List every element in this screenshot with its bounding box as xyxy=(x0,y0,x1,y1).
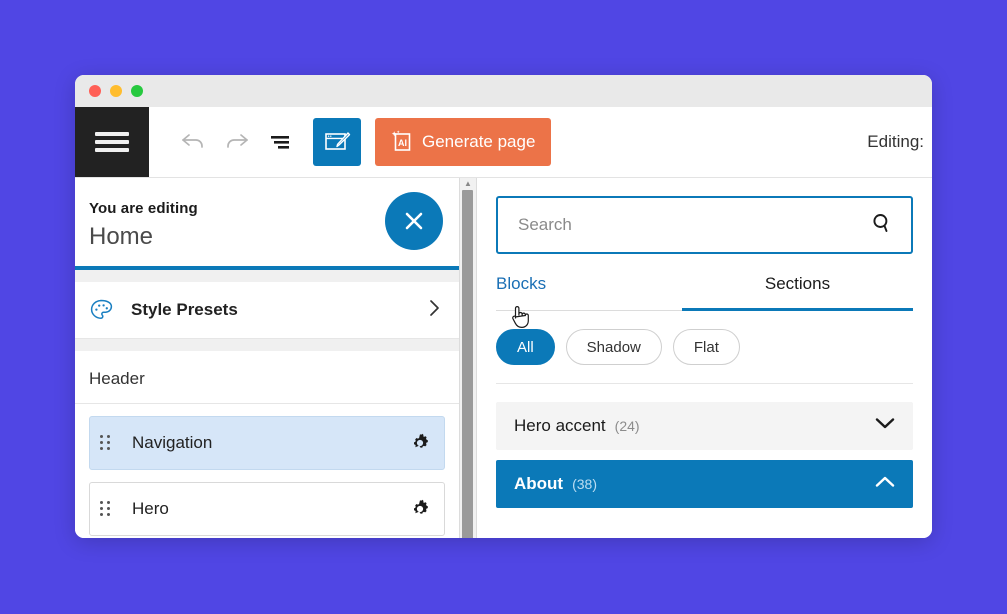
generate-page-label: Generate page xyxy=(422,132,536,151)
generate-page-button[interactable]: AI Generate page xyxy=(375,118,552,166)
editing-header: You are editing Home xyxy=(75,178,459,266)
palette-icon xyxy=(89,298,119,322)
hamburger-menu-button[interactable] xyxy=(75,107,149,177)
accordion-count: (24) xyxy=(614,418,640,434)
accordion-title: Hero accent xyxy=(514,416,606,435)
chip-all[interactable]: All xyxy=(496,329,555,365)
panel-tabs: Blocks Sections xyxy=(496,274,913,328)
redo-button[interactable] xyxy=(215,120,259,164)
chevron-right-icon xyxy=(429,299,441,322)
svg-text:AI: AI xyxy=(398,138,407,148)
search-box[interactable] xyxy=(496,196,913,254)
align-button[interactable] xyxy=(259,120,303,164)
scrollbar-thumb[interactable] xyxy=(462,190,473,538)
tab-blocks[interactable]: Blocks xyxy=(496,274,682,310)
left-panel-scrollbar[interactable]: ▲ xyxy=(459,178,477,538)
window-close-button[interactable] xyxy=(89,85,101,97)
list-item-label: Hero xyxy=(132,499,169,518)
window-titlebar xyxy=(75,75,932,107)
close-x-icon xyxy=(405,212,423,230)
left-panel: You are editing Home Style Presets Heade… xyxy=(75,178,459,538)
ai-document-icon: AI xyxy=(391,130,411,151)
accordion-title: About xyxy=(514,474,564,493)
editing-status-label: Editing: xyxy=(867,132,924,151)
hamburger-menu-icon xyxy=(95,128,129,156)
list-item-label: Navigation xyxy=(132,433,213,452)
accordion-count: (38) xyxy=(572,476,597,492)
filter-chips: All Shadow Flat xyxy=(496,311,913,384)
style-presets-label: Style Presets xyxy=(131,300,238,319)
window-body: You are editing Home Style Presets Heade… xyxy=(75,178,932,538)
panel-spacer xyxy=(75,270,459,282)
list-item[interactable]: Navigation xyxy=(89,416,445,470)
sections-accordion: Hero accent (24) About (38) xyxy=(496,384,913,508)
preview-design-button[interactable] xyxy=(313,118,361,166)
app-window: AI Generate page Editing: You are editin… xyxy=(75,75,932,538)
undo-arrow-icon xyxy=(182,134,203,148)
drag-handle-icon[interactable] xyxy=(100,501,112,517)
panel-spacer-2 xyxy=(75,339,459,351)
redo-arrow-icon xyxy=(227,134,248,148)
tab-sections[interactable]: Sections xyxy=(682,274,913,311)
scroll-up-arrow-icon[interactable]: ▲ xyxy=(460,180,476,188)
list-item[interactable]: Hero xyxy=(89,482,445,536)
chevron-down-icon xyxy=(875,417,895,435)
window-maximize-button[interactable] xyxy=(131,85,143,97)
chip-flat[interactable]: Flat xyxy=(672,329,740,365)
gear-icon[interactable] xyxy=(410,433,430,453)
chip-shadow[interactable]: Shadow xyxy=(565,329,662,365)
undo-button[interactable] xyxy=(171,120,215,164)
window-minimize-button[interactable] xyxy=(110,85,122,97)
search-input[interactable] xyxy=(516,214,871,236)
accordion-item-hero-accent[interactable]: Hero accent (24) xyxy=(496,402,913,450)
search-icon[interactable] xyxy=(871,212,893,239)
browser-paintbrush-icon xyxy=(324,132,350,150)
right-panel: Blocks Sections All Shadow Flat Hero acc… xyxy=(477,178,932,538)
block-group-title: Header xyxy=(75,351,459,404)
close-panel-button[interactable] xyxy=(385,192,443,250)
editor-toolbar: AI Generate page Editing: xyxy=(75,107,932,178)
drag-handle-icon[interactable] xyxy=(100,435,112,451)
toolbar-actions: AI Generate page xyxy=(149,107,552,177)
block-list: Navigation Hero xyxy=(75,404,459,536)
accordion-item-about[interactable]: About (38) xyxy=(496,460,913,508)
align-lines-icon xyxy=(271,136,289,149)
gear-icon[interactable] xyxy=(410,499,430,519)
chevron-up-icon xyxy=(875,475,895,493)
sidebar-item-style-presets[interactable]: Style Presets xyxy=(75,282,459,339)
